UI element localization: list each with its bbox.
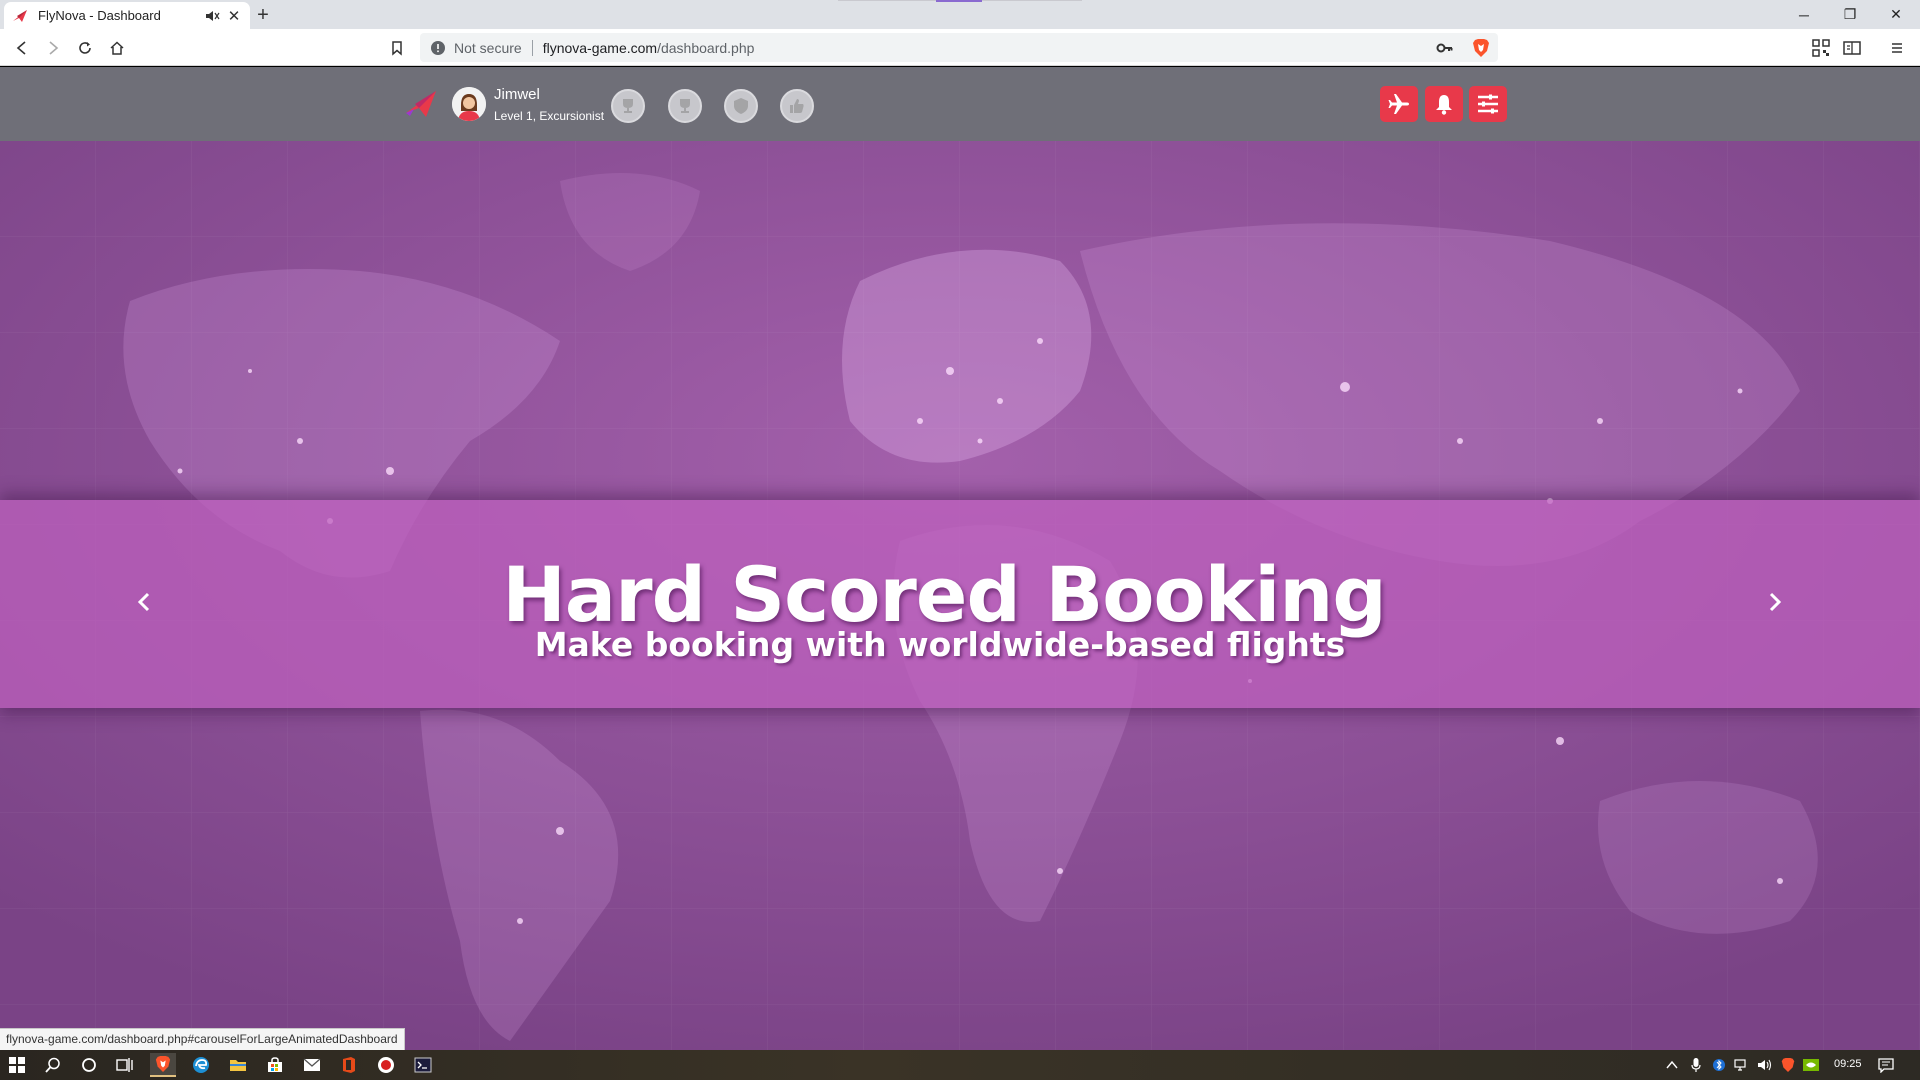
browser-toolbar: Not secure flynova-game.com/dashboard.ph… bbox=[0, 29, 1920, 66]
chevron-left-icon bbox=[137, 592, 150, 612]
badge-locked-1[interactable] bbox=[611, 89, 645, 123]
bookmark-icon[interactable] bbox=[384, 35, 410, 61]
mail-icon[interactable] bbox=[299, 1053, 325, 1077]
new-tab-button[interactable]: + bbox=[252, 4, 274, 26]
menu-icon[interactable] bbox=[1884, 35, 1910, 61]
badge-locked-2[interactable] bbox=[668, 89, 702, 123]
search-icon[interactable] bbox=[40, 1053, 66, 1077]
taskbar-clock[interactable]: 09:25 bbox=[1834, 1058, 1862, 1070]
settings-button[interactable] bbox=[1469, 86, 1507, 122]
recorder-icon[interactable] bbox=[373, 1053, 399, 1077]
notifications-button[interactable] bbox=[1425, 86, 1463, 122]
trophy-icon bbox=[680, 99, 690, 113]
site-header: Jimwel Level 1, Excursionist bbox=[0, 67, 1920, 141]
tab-highlight bbox=[936, 0, 982, 2]
bluetooth-icon[interactable] bbox=[1711, 1057, 1727, 1073]
reload-icon[interactable] bbox=[72, 35, 98, 61]
carousel-subtitle: Make booking with worldwide-based flight… bbox=[534, 625, 1346, 664]
carousel-prev-button[interactable] bbox=[129, 582, 159, 622]
thumbs-up-icon bbox=[790, 99, 804, 113]
chevron-right-icon bbox=[1769, 592, 1782, 612]
minimize-window-icon[interactable]: ─ bbox=[1781, 0, 1827, 29]
close-tab-icon[interactable]: ✕ bbox=[226, 8, 242, 25]
browser-tab[interactable]: FlyNova - Dashboard ✕ bbox=[4, 2, 250, 29]
speaker-muted-icon[interactable] bbox=[204, 8, 220, 24]
brave-tray-icon[interactable] bbox=[1780, 1057, 1796, 1073]
badge-locked-3[interactable] bbox=[724, 89, 758, 123]
trophy-icon bbox=[623, 99, 633, 113]
flights-button[interactable] bbox=[1380, 86, 1418, 122]
url-host: flynova-game.com bbox=[542, 39, 658, 56]
edge-icon[interactable] bbox=[188, 1053, 214, 1077]
browser-tab-strip: FlyNova - Dashboard ✕ + ─ ❐ ✕ bbox=[0, 0, 1920, 29]
bell-icon bbox=[1436, 95, 1452, 115]
forward-icon[interactable] bbox=[40, 35, 66, 61]
restore-window-icon[interactable]: ❐ bbox=[1827, 0, 1873, 29]
close-window-icon[interactable]: ✕ bbox=[1873, 0, 1919, 29]
chevron-up-icon[interactable] bbox=[1664, 1057, 1680, 1073]
nvidia-icon[interactable] bbox=[1803, 1057, 1819, 1073]
taskbar: 09:25 bbox=[0, 1050, 1920, 1080]
office-icon[interactable] bbox=[336, 1053, 362, 1077]
tab-title: FlyNova - Dashboard bbox=[38, 8, 161, 23]
brave-taskbar-icon[interactable] bbox=[150, 1053, 176, 1077]
url-path: /dashboard.php bbox=[657, 39, 755, 56]
cortana-icon[interactable] bbox=[76, 1053, 102, 1077]
address-separator bbox=[531, 39, 533, 56]
badge-locked-4[interactable] bbox=[780, 89, 814, 123]
microphone-icon[interactable] bbox=[1688, 1057, 1704, 1073]
airplane-icon bbox=[1388, 94, 1409, 114]
action-center-icon[interactable] bbox=[1878, 1057, 1894, 1073]
network-icon[interactable] bbox=[1734, 1057, 1750, 1073]
task-view-icon[interactable] bbox=[112, 1053, 138, 1077]
volume-icon[interactable] bbox=[1757, 1057, 1773, 1073]
info-icon[interactable] bbox=[430, 40, 446, 56]
user-name[interactable]: Jimwel bbox=[494, 86, 540, 103]
file-explorer-icon[interactable] bbox=[225, 1053, 251, 1077]
carousel-next-button[interactable] bbox=[1760, 582, 1790, 622]
back-icon[interactable] bbox=[9, 35, 35, 61]
url-text[interactable]: flynova-game.com/dashboard.php bbox=[543, 40, 755, 56]
home-icon[interactable] bbox=[104, 35, 130, 61]
store-icon[interactable] bbox=[262, 1053, 288, 1077]
shield-icon bbox=[734, 98, 748, 114]
avatar[interactable] bbox=[452, 87, 486, 121]
sliders-icon bbox=[1478, 94, 1498, 114]
terminal-icon[interactable] bbox=[410, 1053, 436, 1077]
dashboard-carousel: Hard Scored Booking Make booking with wo… bbox=[0, 141, 1920, 1050]
user-level: Level 1, Excursionist bbox=[494, 109, 605, 123]
security-label: Not secure bbox=[454, 39, 522, 56]
user-avatar-icon bbox=[452, 87, 486, 121]
key-icon[interactable] bbox=[1436, 39, 1454, 57]
flynova-logo-icon[interactable] bbox=[404, 87, 438, 121]
brave-shield-icon[interactable] bbox=[1472, 38, 1490, 58]
address-bar[interactable]: Not secure flynova-game.com/dashboard.ph… bbox=[420, 33, 1498, 62]
qr-icon[interactable] bbox=[1808, 35, 1834, 61]
reading-list-icon[interactable] bbox=[1839, 35, 1865, 61]
windows-start-icon[interactable] bbox=[4, 1053, 30, 1077]
link-status-bar: flynova-game.com/dashboard.php#carouselF… bbox=[0, 1028, 405, 1050]
flynova-favicon-icon bbox=[13, 9, 27, 22]
